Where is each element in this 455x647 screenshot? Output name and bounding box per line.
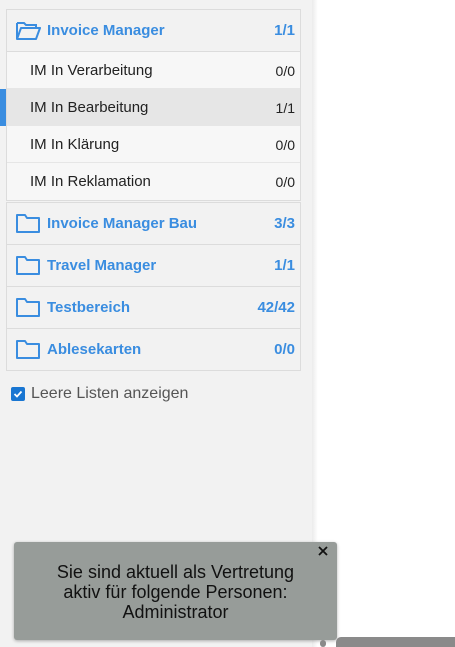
folder-title: Ablesekarten	[47, 341, 142, 358]
folder-title: Invoice Manager Bau	[47, 215, 198, 232]
folder-icon	[16, 256, 40, 275]
list-item-label: IM In Bearbeitung	[30, 99, 149, 116]
folder-sub-list: IM In Verarbeitung 0/0 IM In Bearbeitung…	[0, 51, 300, 200]
show-empty-lists-option[interactable]: Leere Listen anzeigen	[11, 385, 188, 403]
list-item-label: IM In Verarbeitung	[30, 62, 153, 79]
list-item-count: 0/0	[275, 137, 295, 153]
folder-open-icon	[16, 22, 41, 40]
horizontal-scrollbar[interactable]	[336, 637, 455, 647]
folder-header-invoice-manager-bau[interactable]: Invoice Manager Bau 3/3	[7, 203, 300, 244]
list-item-im-in-verarbeitung[interactable]: IM In Verarbeitung 0/0	[7, 52, 300, 89]
list-item-label: IM In Klärung	[30, 136, 120, 153]
folder-count: 0/0	[274, 341, 295, 358]
show-empty-lists-checkbox[interactable]	[11, 387, 25, 401]
folder-group-ablesekarten: Ablesekarten 0/0	[6, 328, 301, 371]
list-item-count: 0/0	[275, 174, 295, 190]
notification-line: aktiv für folgende Personen:	[63, 582, 288, 602]
close-icon[interactable]	[316, 544, 330, 558]
folder-group-testbereich: Testbereich 42/42	[6, 286, 301, 329]
folder-icon	[16, 214, 40, 233]
folder-count: 42/42	[257, 299, 295, 316]
folder-count: 1/1	[274, 22, 295, 39]
list-item-im-in-klaerung[interactable]: IM In Klärung 0/0	[7, 126, 300, 163]
list-item-count: 0/0	[275, 63, 295, 79]
substitution-notification: Sie sind aktuell als Vertretung aktiv fü…	[14, 542, 337, 640]
folder-icon	[16, 340, 40, 359]
list-item-label: IM In Reklamation	[30, 173, 151, 190]
folder-icon	[16, 298, 40, 317]
folder-count: 1/1	[274, 257, 295, 274]
show-empty-lists-label: Leere Listen anzeigen	[31, 385, 189, 402]
folder-count: 3/3	[274, 215, 295, 232]
folder-title: Testbereich	[47, 299, 131, 316]
folder-group-invoice-manager: Invoice Manager 1/1 IM In Verarbeitung 0…	[0, 9, 301, 201]
checkmark-icon	[13, 390, 23, 398]
notification-line: Administrator	[122, 602, 229, 622]
folder-header-testbereich[interactable]: Testbereich 42/42	[7, 287, 300, 328]
notification-line: Sie sind aktuell als Vertretung	[56, 562, 295, 582]
folder-group-travel-manager: Travel Manager 1/1	[6, 244, 301, 287]
scrollbar-arrow[interactable]	[320, 640, 326, 647]
folder-title: Travel Manager	[47, 257, 157, 274]
list-item-im-in-reklamation[interactable]: IM In Reklamation 0/0	[7, 163, 300, 200]
notification-message: Sie sind aktuell als Vertretung aktiv fü…	[14, 562, 337, 622]
list-item-im-in-bearbeitung[interactable]: IM In Bearbeitung 1/1	[0, 89, 300, 126]
folder-title: Invoice Manager	[47, 22, 165, 39]
folder-header-travel-manager[interactable]: Travel Manager 1/1	[7, 245, 300, 286]
list-item-count: 1/1	[275, 100, 295, 116]
folder-header-invoice-manager[interactable]: Invoice Manager 1/1	[7, 10, 300, 51]
folder-group-invoice-manager-bau: Invoice Manager Bau 3/3	[6, 202, 301, 245]
folder-header-ablesekarten[interactable]: Ablesekarten 0/0	[7, 329, 300, 370]
